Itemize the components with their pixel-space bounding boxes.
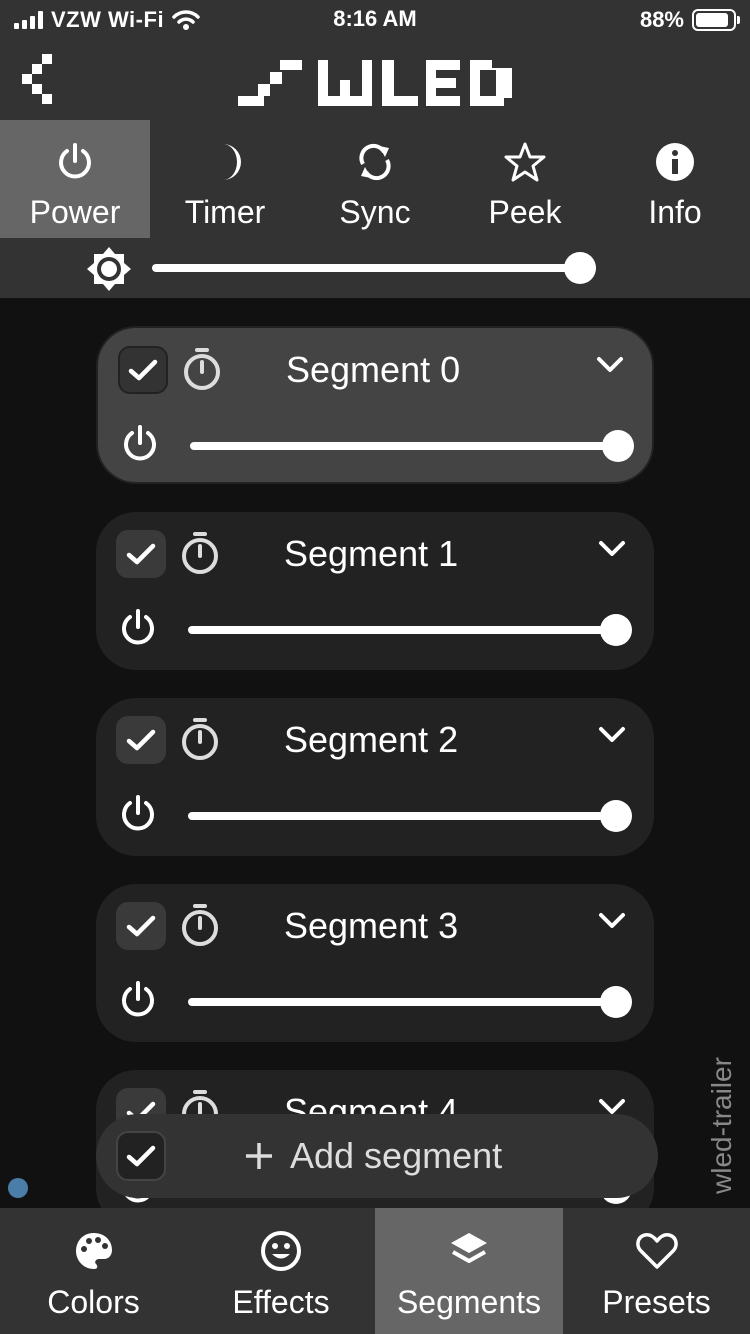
power-icon[interactable] [118,980,158,1020]
device-name-label: wled-trailer [706,1057,737,1194]
battery-icon [692,9,740,31]
plus-icon [246,1143,272,1169]
segment-card[interactable]: Segment 0 [96,326,654,484]
segment-select-checkbox[interactable] [118,346,168,394]
select-all-checkbox[interactable] [116,1131,166,1181]
tab-info[interactable]: Info [600,120,750,238]
app-header [0,40,750,120]
chevron-down-icon[interactable] [598,540,626,558]
check-icon [126,543,156,565]
segment-select-checkbox[interactable] [116,902,166,950]
segment-brightness-slider[interactable] [190,442,620,450]
check-icon [126,1145,156,1167]
battery-percent: 88% [639,7,684,32]
add-segment-label: Add segment [290,1135,503,1176]
segment-brightness-slider[interactable] [188,998,618,1006]
segment-brightness-thumb[interactable] [602,430,634,462]
brightness-slider[interactable] [152,264,596,272]
clock: 8:16 AM [333,6,417,31]
power-icon [59,143,91,179]
top-tab-bar: Power Timer Sync Peek Info [0,120,750,238]
stopwatch-icon[interactable] [180,530,220,576]
tab-label: Timer [184,194,266,230]
segment-select-checkbox[interactable] [116,530,166,578]
brightness-row [0,238,750,298]
tab-label: Info [648,194,702,230]
stopwatch-icon[interactable] [182,346,222,392]
add-segment-button[interactable]: Add segment [96,1114,658,1198]
palette-icon [75,1233,112,1269]
tab-sync[interactable]: Sync [300,120,450,238]
tab-presets[interactable]: Presets [563,1208,750,1334]
tab-label: Sync [339,194,411,230]
chevron-down-icon[interactable] [598,726,626,744]
tab-label: Peek [488,194,562,230]
chevron-down-icon[interactable] [598,912,626,930]
tab-label: Presets [602,1284,711,1320]
sync-icon [359,143,391,181]
power-icon[interactable] [118,794,158,834]
status-dot [8,1178,28,1198]
segment-name: Segment 0 [286,349,461,390]
status-bar: VZW Wi-Fi 8:16 AM 88% [0,0,750,40]
power-icon[interactable] [120,424,160,464]
chevron-down-icon[interactable] [596,356,624,374]
tab-label: Effects [232,1284,330,1320]
check-icon [126,915,156,937]
star-icon [504,142,546,182]
tab-peek[interactable]: Peek [450,120,600,238]
segment-card[interactable]: Segment 3 [96,884,654,1042]
heart-icon [635,1233,678,1269]
stopwatch-icon[interactable] [180,716,220,762]
tab-label: Colors [47,1284,140,1320]
segment-name: Segment 1 [284,533,459,574]
check-icon [126,729,156,751]
wled-logo [238,60,512,106]
moon-icon [223,144,241,180]
tab-segments[interactable]: Segments [375,1208,563,1334]
tab-effects[interactable]: Effects [187,1208,375,1334]
tab-label: Segments [396,1284,542,1320]
tab-colors[interactable]: Colors [0,1208,187,1334]
segment-name: Segment 3 [284,905,459,946]
layers-icon [451,1233,487,1263]
segment-card[interactable]: Segment 2 [96,698,654,856]
bottom-tab-bar: Colors Effects Segments Presets [0,1208,750,1334]
segment-card[interactable]: Segment 1 [96,512,654,670]
stopwatch-icon[interactable] [180,902,220,948]
segment-brightness-thumb[interactable] [600,986,632,1018]
segment-name: Segment 2 [284,719,459,760]
segment-brightness-thumb[interactable] [600,614,632,646]
check-icon [128,359,158,381]
segment-list: Segment 0 Segment 1 Segment 2 Segment 3 Segm… [0,298,750,1208]
back-arrow-icon[interactable] [18,52,62,108]
info-icon [656,143,694,181]
smiley-icon [261,1231,301,1271]
tab-label: Power [29,194,121,230]
segment-brightness-slider[interactable] [188,812,618,820]
segment-brightness-thumb[interactable] [600,800,632,832]
tab-timer[interactable]: Timer [150,120,300,238]
power-icon[interactable] [118,608,158,648]
segment-brightness-slider[interactable] [188,626,618,634]
brightness-icon [87,247,131,291]
brightness-slider-thumb[interactable] [564,252,596,284]
segment-select-checkbox[interactable] [116,716,166,764]
tab-power[interactable]: Power [0,120,150,238]
